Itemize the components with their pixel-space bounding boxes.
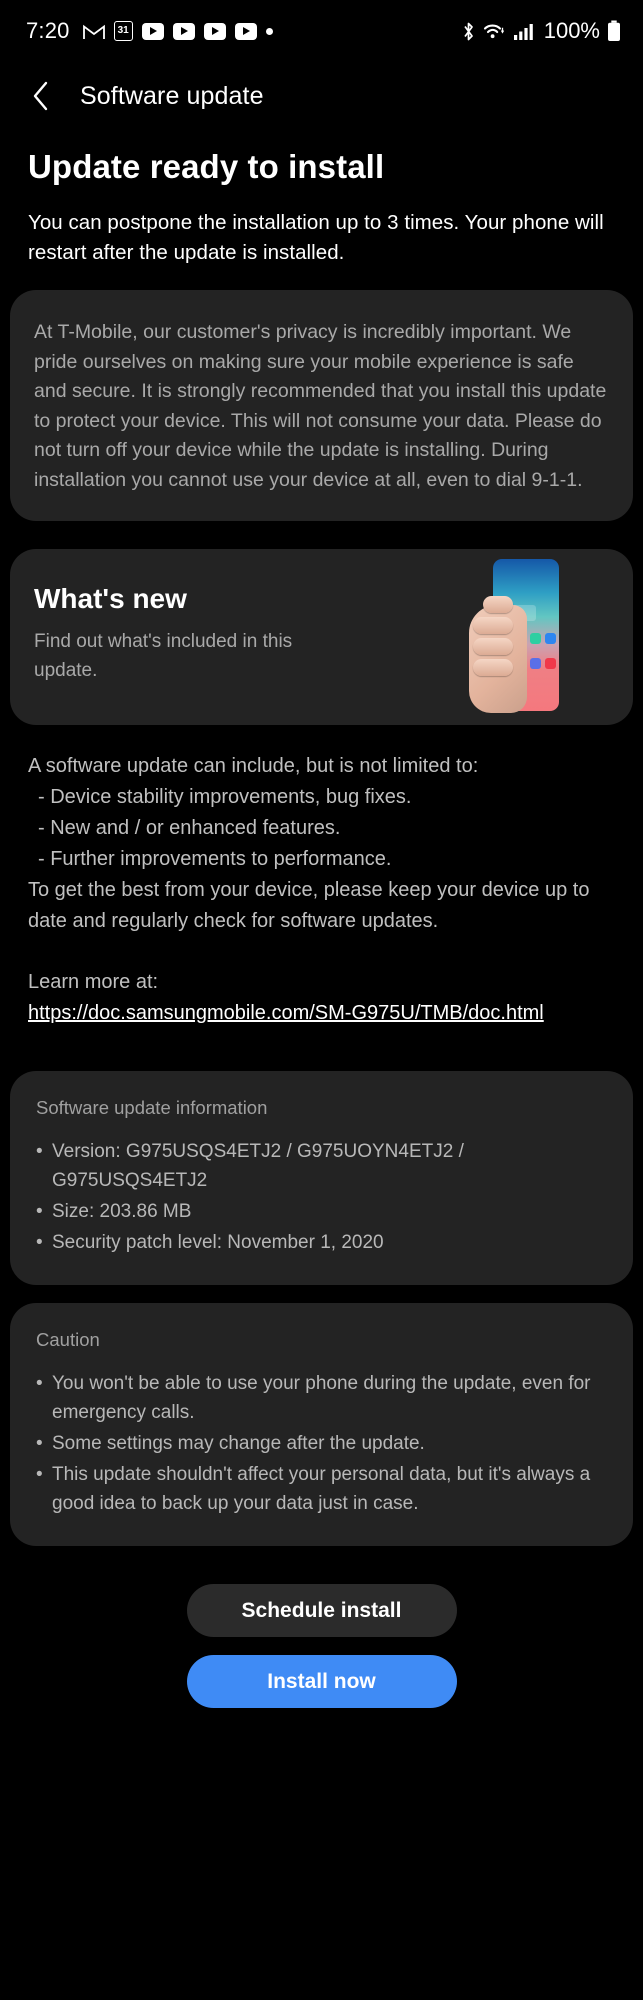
page-header: Update ready to install You can postpone… [0,130,643,268]
software-info-item: Security patch level: November 1, 2020 [36,1228,609,1257]
app-bar: Software update [0,62,643,130]
caution-heading: Caution [36,1329,100,1350]
software-info-heading: Software update information [36,1097,268,1118]
finger [473,638,513,655]
youtube-icon-4 [234,22,257,40]
hand-holding-phone-illustration [463,549,595,721]
software-update-screen: 7:20 31 100% Software update Update read… [0,0,643,2000]
software-info-list: Version: G975USQS4ETJ2 / G975UOYN4ETJ2 /… [36,1137,609,1257]
phone-app-icon [545,633,556,644]
caution-item: You won't be able to use your phone duri… [36,1369,609,1427]
update-item: - New and / or enhanced features. [38,817,341,839]
caution-item: This update shouldn't affect your person… [36,1460,609,1518]
finger [483,596,513,613]
carrier-notice-card: At T-Mobile, our customer's privacy is i… [10,290,633,521]
page-title: Update ready to install [28,148,385,185]
phone-app-icon [530,658,541,669]
cellular-signal-icon [513,22,535,41]
update-item: - Device stability improvements, bug fix… [38,786,412,808]
status-bar-clock: 7:20 [26,18,70,43]
wifi-icon [483,21,506,41]
battery-full-icon [607,20,621,42]
bluetooth-icon [461,21,476,42]
battery-percent-label: 100% [543,18,600,43]
learn-more-label: Learn more at: [28,971,159,993]
action-buttons: Schedule install Install now [0,1560,643,1708]
software-info-item: Size: 203.86 MB [36,1197,609,1226]
phone-app-icon [545,658,556,669]
learn-more-link[interactable]: https://doc.samsungmobile.com/SM-G975U/T… [28,1002,544,1024]
update-item: - Further improvements to performance. [38,848,392,870]
phone-app-icon [530,633,541,644]
status-bar-right: 100% [461,18,621,44]
carrier-notice-text: At T-Mobile, our customer's privacy is i… [34,321,607,491]
caution-card: Caution You won't be able to use your ph… [10,1303,633,1546]
whats-new-card[interactable]: What's new Find out what's included in t… [10,549,633,725]
back-chevron-icon[interactable] [24,76,58,116]
youtube-icon-1 [141,22,164,40]
status-bar: 7:20 31 100% [0,0,643,62]
update-description: A software update can include, but is no… [0,725,643,1053]
finger [473,617,513,634]
status-bar-left: 7:20 31 [26,18,273,44]
more-notifications-dot-icon [265,27,273,35]
schedule-install-button[interactable]: Schedule install [186,1584,457,1637]
youtube-icon-2 [172,22,195,40]
page-subtitle: You can postpone the installation up to … [28,211,604,264]
app-bar-title: Software update [80,81,264,110]
software-info-item: Version: G975USQS4ETJ2 / G975UOYN4ETJ2 /… [36,1137,609,1195]
finger [473,659,513,676]
youtube-icon-3 [203,22,226,40]
hand-graphic [469,596,527,713]
install-now-button[interactable]: Install now [186,1655,457,1708]
update-intro: A software update can include, but is no… [28,755,479,777]
gmail-icon [82,23,105,40]
whats-new-subtitle: Find out what's included in this update. [34,631,293,681]
calendar-icon: 31 [113,21,133,41]
caution-item: Some settings may change after the updat… [36,1429,609,1458]
update-outro: To get the best from your device, please… [28,879,590,932]
software-update-information-card: Software update information Version: G97… [10,1071,633,1285]
caution-list: You won't be able to use your phone duri… [36,1369,609,1518]
